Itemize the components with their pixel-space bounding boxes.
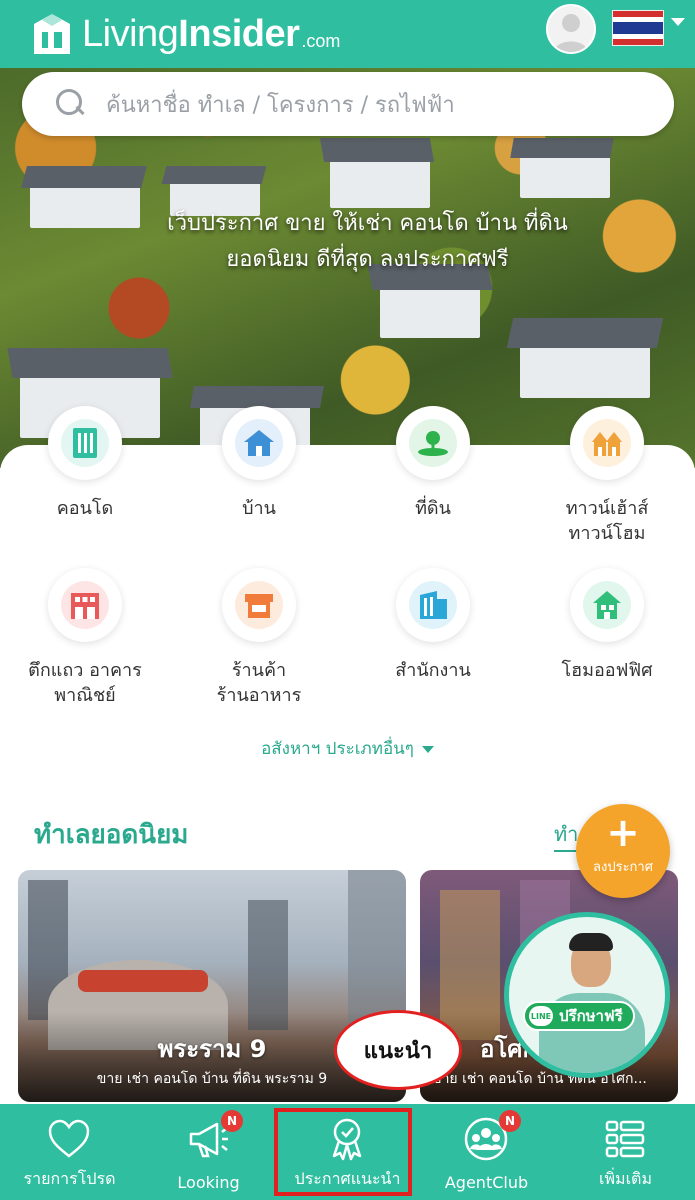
menu-grid-icon — [605, 1120, 645, 1158]
consult-badge: LINE ปรึกษาฟรี — [523, 1001, 635, 1031]
nav-favorites[interactable]: รายการโปรด — [0, 1104, 139, 1200]
post-listing-label: ลงประกาศ — [593, 860, 653, 875]
category-label-2: ทาวน์โฮม — [568, 523, 646, 544]
post-listing-button[interactable]: + ลงประกาศ — [576, 804, 670, 898]
category-label: ตึกแถว อาคาร — [28, 660, 142, 681]
category-shop[interactable]: ร้านค้าร้านอาหาร — [174, 568, 344, 708]
townhouse-icon — [592, 432, 622, 456]
callout-text: แนะนำ — [363, 1038, 433, 1064]
hero-line-2: ยอดนิยม ดีที่สุด ลงประกาศฟรี — [226, 247, 509, 272]
nav-label: Looking — [177, 1173, 240, 1192]
category-office[interactable]: สำนักงาน — [348, 568, 518, 683]
nav-more[interactable]: เพิ่มเติม — [556, 1104, 695, 1200]
hero-line-1: เว็บประกาศ ขาย ให้เช่า คอนโด บ้าน ที่ดิน — [167, 211, 568, 236]
category-label-2: ร้านอาหาร — [216, 685, 302, 706]
category-label-2: พาณิชย์ — [54, 685, 116, 706]
see-all-link[interactable]: ทำ — [554, 818, 579, 852]
user-icon — [548, 6, 594, 52]
thai-flag-icon[interactable] — [612, 10, 664, 46]
office-icon — [420, 591, 447, 619]
nav-label: รายการโปรด — [23, 1169, 116, 1188]
logo-icon — [34, 14, 70, 54]
shophouse-icon — [71, 593, 99, 619]
category-land[interactable]: ที่ดิน — [348, 406, 518, 521]
category-label: คอนโด — [56, 498, 114, 519]
app-header: LivingInsider .com — [0, 0, 695, 68]
category-label: ที่ดิน — [415, 498, 451, 519]
search-input[interactable]: ค้นหาชื่อ ทำเล / โครงการ / รถไฟฟ้า — [106, 87, 455, 122]
category-shophouse[interactable]: ตึกแถว อาคารพาณิชย์ — [0, 568, 170, 708]
avatar[interactable] — [546, 4, 596, 54]
category-house[interactable]: บ้าน — [174, 406, 344, 521]
chevron-down-icon[interactable] — [671, 18, 685, 26]
section-title: ทำเลยอดนิยม — [34, 820, 189, 850]
hero-headline: เว็บประกาศ ขาย ให้เช่า คอนโด บ้าน ที่ดิน… — [80, 206, 655, 278]
logo[interactable]: LivingInsider .com — [32, 6, 340, 62]
consult-button[interactable]: LINE ปรึกษาฟรี — [504, 912, 670, 1078]
category-label: ร้านค้า — [231, 660, 287, 681]
consult-label: ปรึกษาฟรี — [559, 1007, 623, 1025]
category-label: บ้าน — [242, 498, 276, 519]
heart-icon — [48, 1119, 90, 1158]
category-label: โฮมออฟฟิศ — [561, 660, 653, 681]
category-label: ทาวน์เฮ้าส์ — [565, 498, 649, 519]
caret-down-icon — [421, 745, 434, 753]
nav-label: AgentClub — [444, 1173, 529, 1192]
category-condo[interactable]: คอนโด — [0, 406, 170, 521]
recommended-callout: แนะนำ — [334, 1010, 462, 1090]
plus-icon: + — [606, 810, 640, 856]
home-office-icon — [593, 591, 621, 619]
house-icon — [244, 430, 274, 456]
more-types-label: อสังหาฯ ประเภทอื่นๆ — [261, 739, 414, 759]
more-types-link[interactable]: อสังหาฯ ประเภทอื่นๆ — [0, 735, 695, 762]
logo-text-bold: Insider — [178, 12, 300, 55]
category-label: สำนักงาน — [395, 660, 471, 681]
category-townhouse[interactable]: ทาวน์เฮ้าส์ทาวน์โฮม — [522, 406, 692, 546]
category-home-office[interactable]: โฮมออฟฟิศ — [522, 568, 692, 683]
shop-icon — [245, 594, 273, 618]
land-icon — [418, 431, 448, 456]
nav-agent-club[interactable]: N AgentClub — [417, 1104, 556, 1200]
nav-label: เพิ่มเติม — [599, 1169, 652, 1188]
search-bar[interactable]: ค้นหาชื่อ ทำเล / โครงการ / รถไฟฟ้า — [22, 72, 674, 136]
nav-looking[interactable]: N Looking — [139, 1104, 278, 1200]
search-icon — [56, 89, 86, 119]
line-icon: LINE — [529, 1006, 553, 1026]
condo-icon — [73, 428, 97, 458]
highlight-box — [274, 1108, 412, 1196]
new-badge: N — [221, 1110, 243, 1132]
new-badge: N — [499, 1110, 521, 1132]
logo-text-main: Living — [82, 12, 179, 55]
logo-domain: .com — [301, 30, 341, 51]
